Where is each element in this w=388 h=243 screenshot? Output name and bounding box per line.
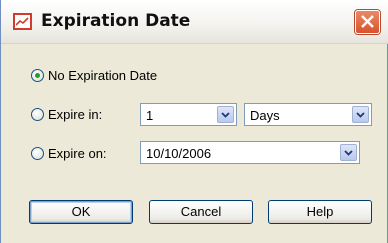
chevron-down-icon xyxy=(356,112,365,118)
date-dropdown-button[interactable] xyxy=(340,144,357,161)
ok-button[interactable]: OK xyxy=(29,200,133,224)
window-title: Expiration Date xyxy=(41,11,191,31)
expire-in-label: Expire in: xyxy=(48,107,103,122)
chart-icon xyxy=(13,13,32,30)
expire-in-unit-select[interactable]: Days xyxy=(244,103,372,126)
expire-in-amount-value: 1 xyxy=(146,108,154,123)
radio-selected-dot xyxy=(35,73,40,78)
expiration-date-dialog: Expiration Date No Expiration Date Expir… xyxy=(0,0,388,243)
amount-dropdown-button[interactable] xyxy=(217,106,234,123)
cancel-button[interactable]: Cancel xyxy=(149,200,253,224)
close-button[interactable] xyxy=(355,10,380,34)
title-bar[interactable]: Expiration Date xyxy=(1,0,388,44)
expire-in-radio[interactable] xyxy=(31,108,44,121)
unit-dropdown-button[interactable] xyxy=(352,106,369,123)
expire-on-label: Expire on: xyxy=(48,146,107,161)
chevron-down-icon xyxy=(221,112,230,118)
expire-in-unit-value: Days xyxy=(250,108,280,123)
expire-on-date-picker[interactable]: 10/10/2006 xyxy=(140,141,360,164)
expire-in-amount-select[interactable]: 1 xyxy=(140,103,237,126)
no-expiration-label: No Expiration Date xyxy=(48,68,158,83)
expire-on-date-value: 10/10/2006 xyxy=(146,146,212,161)
help-button[interactable]: Help xyxy=(268,200,372,224)
no-expiration-radio[interactable] xyxy=(31,69,44,82)
chevron-down-icon xyxy=(344,150,353,156)
close-icon xyxy=(361,15,374,28)
expire-on-radio[interactable] xyxy=(31,147,44,160)
